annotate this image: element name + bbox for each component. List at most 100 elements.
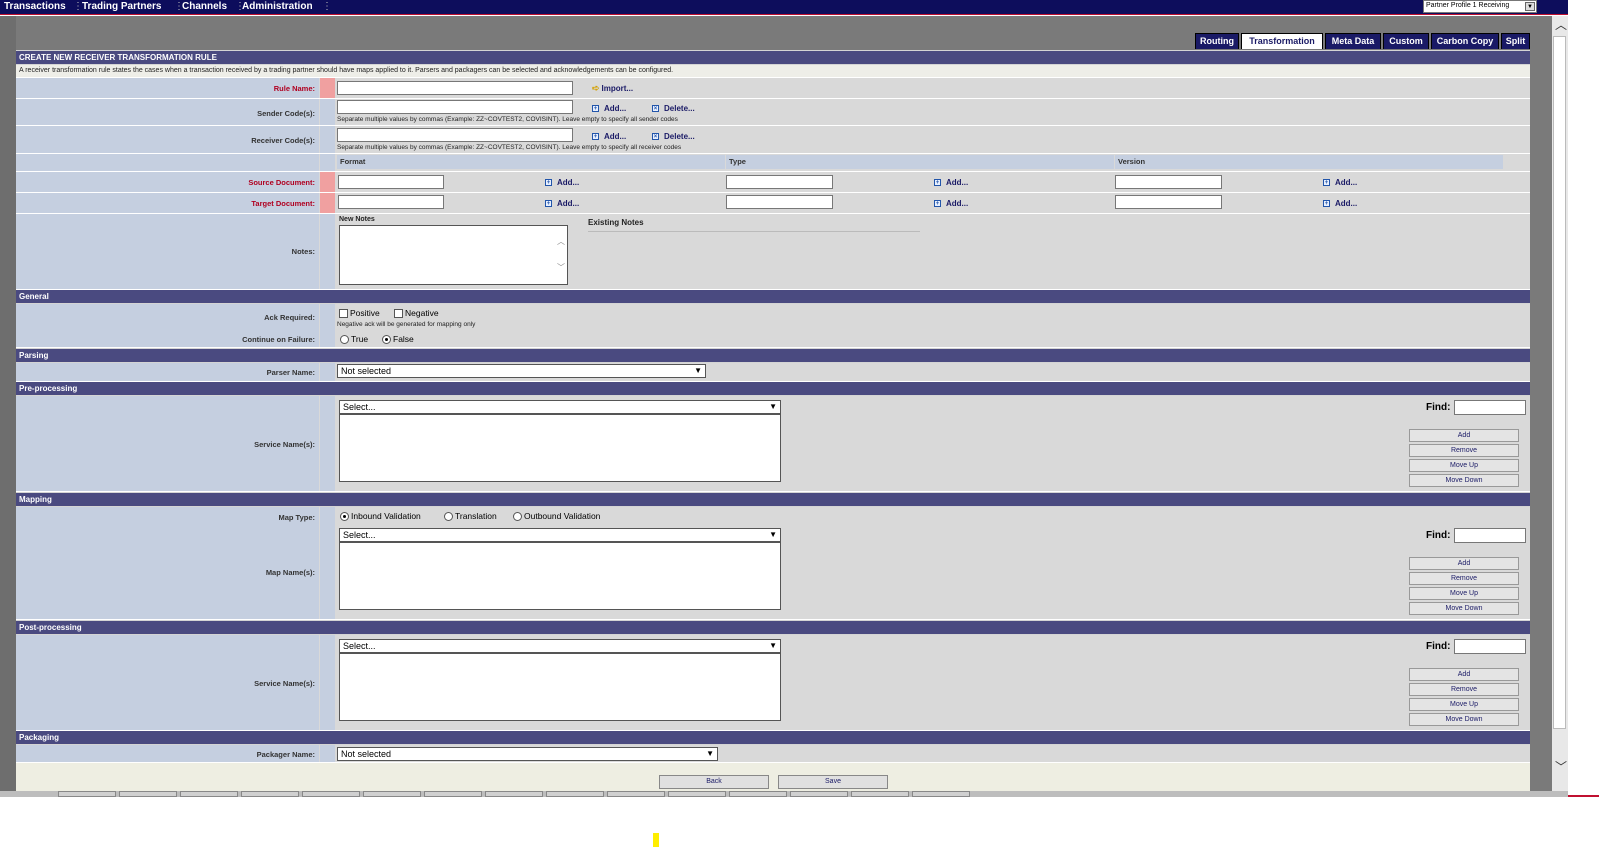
taskbar-item[interactable] bbox=[302, 791, 360, 797]
positive-checkbox[interactable]: Positive bbox=[339, 308, 380, 319]
post-move-down-button[interactable]: Move Down bbox=[1409, 713, 1519, 726]
taskbar-item[interactable] bbox=[363, 791, 421, 797]
pre-service-listbox[interactable] bbox=[339, 414, 781, 482]
pre-add-button[interactable]: Add bbox=[1409, 429, 1519, 442]
receiver-add-link[interactable]: + Add... bbox=[592, 132, 626, 141]
target-version-add-link[interactable]: + Add... bbox=[1323, 199, 1357, 208]
sender-delete-link[interactable]: × Delete... bbox=[652, 104, 695, 113]
required-marker bbox=[320, 78, 335, 98]
vertical-scrollbar[interactable]: ︿ ﹀ bbox=[1552, 16, 1568, 792]
source-document-row: Source Document: + Add... + Add... + Add... bbox=[16, 172, 1530, 193]
taskbar-item[interactable] bbox=[851, 791, 909, 797]
format-column-header: Format bbox=[337, 155, 725, 169]
receiver-delete-link[interactable]: × Delete... bbox=[652, 132, 695, 141]
map-move-up-button[interactable]: Move Up bbox=[1409, 587, 1519, 600]
source-format-add-link[interactable]: + Add... bbox=[545, 178, 579, 187]
post-service-select[interactable]: Select... ▼ bbox=[339, 639, 781, 653]
taskbar-item[interactable] bbox=[668, 791, 726, 797]
target-format-input[interactable] bbox=[338, 195, 444, 209]
map-listbox[interactable] bbox=[339, 542, 781, 610]
back-button[interactable]: Back bbox=[659, 775, 769, 789]
taskbar-item[interactable] bbox=[180, 791, 238, 797]
post-move-up-button[interactable]: Move Up bbox=[1409, 698, 1519, 711]
import-link[interactable]: ➪ Import... bbox=[592, 83, 633, 94]
taskbar-item[interactable] bbox=[424, 791, 482, 797]
continue-false-radio[interactable]: False bbox=[382, 334, 414, 345]
target-format-add-link[interactable]: + Add... bbox=[545, 199, 579, 208]
source-format-input[interactable] bbox=[338, 175, 444, 189]
receiver-codes-input[interactable] bbox=[337, 128, 573, 142]
parser-name-select[interactable]: Not selected ▼ bbox=[337, 364, 706, 378]
add-label: Add... bbox=[1335, 178, 1358, 187]
map-add-button[interactable]: Add bbox=[1409, 557, 1519, 570]
mapping-labels: Map Type: Map Name(s): bbox=[16, 507, 319, 619]
source-type-input[interactable] bbox=[726, 175, 833, 189]
receiver-delete-label: Delete... bbox=[664, 132, 695, 141]
tab-custom[interactable]: Custom bbox=[1383, 33, 1429, 49]
taskbar-item[interactable] bbox=[607, 791, 665, 797]
preprocessing-section-header: Pre-processing bbox=[16, 382, 1530, 395]
taskbar-item[interactable] bbox=[119, 791, 177, 797]
source-version-input[interactable] bbox=[1115, 175, 1222, 189]
rule-name-input[interactable] bbox=[337, 81, 573, 95]
general-labels: Ack Required: Continue on Failure: bbox=[16, 304, 319, 347]
taskbar-item[interactable] bbox=[729, 791, 787, 797]
packager-name-select[interactable]: Not selected ▼ bbox=[337, 747, 718, 761]
pre-remove-button[interactable]: Remove bbox=[1409, 444, 1519, 457]
taskbar-item[interactable] bbox=[485, 791, 543, 797]
save-button[interactable]: Save bbox=[778, 775, 888, 789]
source-version-add-link[interactable]: + Add... bbox=[1323, 178, 1357, 187]
map-remove-button[interactable]: Remove bbox=[1409, 572, 1519, 585]
profile-select[interactable]: Partner Profile 1 Receiving ▼ bbox=[1423, 0, 1537, 13]
translation-radio[interactable]: Translation bbox=[444, 511, 497, 522]
pre-move-up-button[interactable]: Move Up bbox=[1409, 459, 1519, 472]
target-document-label: Target Document: bbox=[16, 193, 319, 213]
post-add-button[interactable]: Add bbox=[1409, 668, 1519, 681]
tab-carbon-copy[interactable]: Carbon Copy bbox=[1431, 33, 1499, 49]
negative-checkbox[interactable]: Negative bbox=[394, 308, 439, 319]
pre-move-down-button[interactable]: Move Down bbox=[1409, 474, 1519, 487]
taskbar-item[interactable] bbox=[790, 791, 848, 797]
nav-trading-partners[interactable]: Trading Partners bbox=[82, 1, 161, 12]
scroll-up-icon[interactable]: ︿ bbox=[1555, 16, 1567, 33]
target-type-add-link[interactable]: + Add... bbox=[934, 199, 968, 208]
sender-codes-input[interactable] bbox=[337, 100, 573, 114]
post-remove-button[interactable]: Remove bbox=[1409, 683, 1519, 696]
negative-label: Negative bbox=[405, 308, 439, 318]
outbound-validation-radio[interactable]: Outbound Validation bbox=[513, 511, 600, 522]
scroll-down-icon: ﹀ bbox=[557, 263, 565, 272]
version-column-header: Version bbox=[1115, 155, 1503, 169]
pre-find-input[interactable] bbox=[1454, 400, 1526, 415]
nav-transactions[interactable]: Transactions bbox=[4, 1, 66, 12]
target-type-input[interactable] bbox=[726, 195, 833, 209]
nav-administration[interactable]: Administration bbox=[242, 1, 313, 12]
chevron-down-icon: ▼ bbox=[769, 402, 777, 411]
map-type-label: Map Type: bbox=[278, 513, 315, 522]
receiver-codes-label: Receiver Code(s): bbox=[16, 126, 319, 153]
tab-split[interactable]: Split bbox=[1501, 33, 1530, 49]
taskbar-item[interactable] bbox=[912, 791, 970, 797]
map-move-down-button[interactable]: Move Down bbox=[1409, 602, 1519, 615]
target-version-input[interactable] bbox=[1115, 195, 1222, 209]
source-type-add-link[interactable]: + Add... bbox=[934, 178, 968, 187]
inbound-validation-label: Inbound Validation bbox=[351, 511, 421, 521]
tab-routing[interactable]: Routing bbox=[1195, 33, 1239, 49]
taskbar-item[interactable] bbox=[58, 791, 116, 797]
nav-channels[interactable]: Channels bbox=[182, 1, 227, 12]
inbound-validation-radio[interactable]: Inbound Validation bbox=[340, 511, 421, 522]
scroll-down-icon[interactable]: ﹀ bbox=[1555, 758, 1567, 775]
map-find-input[interactable] bbox=[1454, 528, 1526, 543]
continue-true-radio[interactable]: True bbox=[340, 334, 368, 345]
taskbar-item[interactable] bbox=[241, 791, 299, 797]
map-select[interactable]: Select... ▼ bbox=[339, 528, 781, 542]
pre-service-select-value: Select... bbox=[343, 402, 376, 412]
post-find-input[interactable] bbox=[1454, 639, 1526, 654]
new-notes-textarea[interactable]: ︿ ﹀ bbox=[339, 225, 568, 285]
sender-add-link[interactable]: + Add... bbox=[592, 104, 626, 113]
tab-transformation[interactable]: Transformation bbox=[1241, 33, 1323, 49]
tab-meta-data[interactable]: Meta Data bbox=[1325, 33, 1381, 49]
pre-service-select[interactable]: Select... ▼ bbox=[339, 400, 781, 414]
taskbar-item[interactable] bbox=[546, 791, 604, 797]
scrollbar-thumb[interactable] bbox=[1553, 36, 1566, 729]
post-service-listbox[interactable] bbox=[339, 653, 781, 721]
